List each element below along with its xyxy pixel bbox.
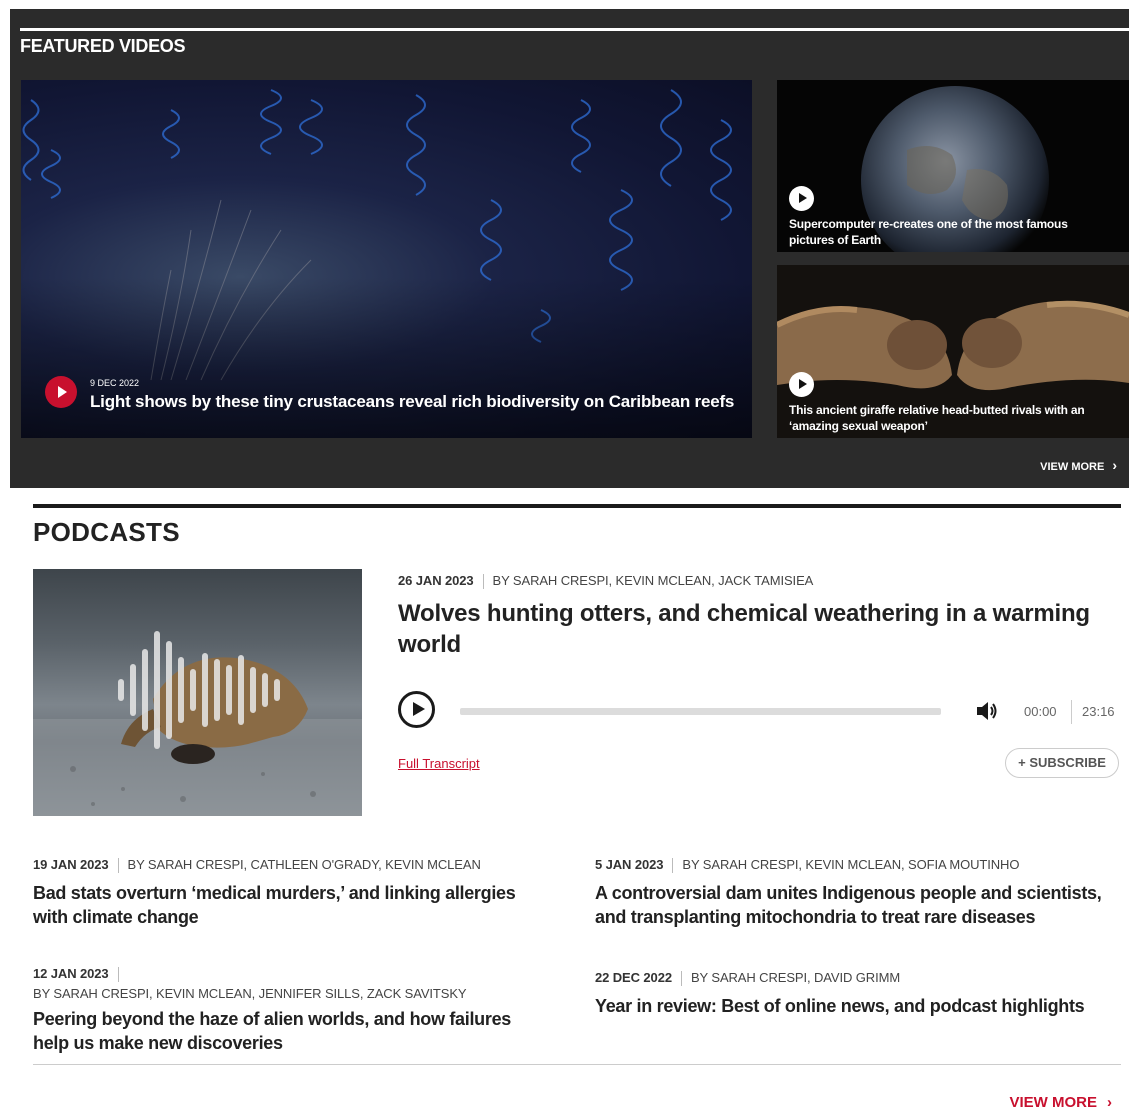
featured-videos-section: FEATURED VIDEOS 9 DEC 2022 Light shows b… xyxy=(10,9,1129,488)
podcast-artwork[interactable] xyxy=(33,569,362,816)
full-transcript-link[interactable]: Full Transcript xyxy=(398,756,480,771)
podcasts-rule xyxy=(33,504,1121,508)
episode-byline: BY SARAH CRESPI, KEVIN MCLEAN, SOFIA MOU… xyxy=(682,857,1020,872)
play-icon[interactable] xyxy=(45,376,77,408)
episode-title[interactable]: Peering beyond the haze of alien worlds,… xyxy=(33,1007,533,1055)
list-item[interactable]: 22 DEC 2022 BY SARAH CRESPI, DAVID GRIMM … xyxy=(595,970,1115,1018)
volume-icon[interactable] xyxy=(975,700,999,727)
featured-view-more-link[interactable]: VIEW MORE › xyxy=(1040,457,1117,473)
episode-byline: BY SARAH CRESPI, KEVIN MCLEAN, JACK TAMI… xyxy=(492,573,814,588)
episode-date: 22 DEC 2022 xyxy=(595,970,672,985)
episode-date: 12 JAN 2023 xyxy=(33,966,109,981)
meta-divider xyxy=(117,858,119,874)
episode-date: 5 JAN 2023 xyxy=(595,857,664,872)
view-more-label: VIEW MORE xyxy=(1040,461,1105,473)
view-more-label: VIEW MORE xyxy=(1009,1094,1097,1111)
meta-divider xyxy=(482,574,484,590)
section-rule xyxy=(20,28,1129,31)
hero-date: 9 DEC 2022 xyxy=(90,378,140,388)
play-icon[interactable] xyxy=(789,186,814,211)
audio-progress-bar[interactable] xyxy=(460,708,941,715)
episode-title[interactable]: Year in review: Best of online news, and… xyxy=(595,994,1115,1018)
time-divider xyxy=(1071,700,1072,724)
meta-divider xyxy=(680,971,682,987)
meta-divider xyxy=(672,858,674,874)
episode-byline: BY SARAH CRESPI, KEVIN MCLEAN, JENNIFER … xyxy=(33,986,467,1002)
list-divider xyxy=(33,1064,1121,1065)
episode-title[interactable]: Bad stats overturn ‘medical murders,’ an… xyxy=(33,881,533,929)
list-item[interactable]: 12 JAN 2023 BY SARAH CRESPI, KEVIN MCLEA… xyxy=(33,966,533,1055)
hero-video-card[interactable]: 9 DEC 2022 Light shows by these tiny cru… xyxy=(21,80,752,438)
side-video-title[interactable]: This ancient giraffe relative head-butte… xyxy=(789,402,1109,434)
hero-title[interactable]: Light shows by these tiny crustaceans re… xyxy=(90,392,734,412)
episode-meta: 19 JAN 2023 BY SARAH CRESPI, CATHLEEN O'G… xyxy=(33,857,533,874)
play-icon[interactable] xyxy=(398,691,435,728)
subscribe-button[interactable]: + SUBSCRIBE xyxy=(1005,748,1119,778)
episode-meta: 12 JAN 2023 xyxy=(33,966,533,983)
podcasts-view-more-link[interactable]: VIEW MORE › xyxy=(1009,1094,1112,1111)
episode-date: 26 JAN 2023 xyxy=(398,573,474,588)
episode-byline: BY SARAH CRESPI, CATHLEEN O'GRADY, KEVIN… xyxy=(127,857,481,872)
list-item[interactable]: 19 JAN 2023 BY SARAH CRESPI, CATHLEEN O'G… xyxy=(33,857,533,929)
latest-episode-meta: 26 JAN 2023 BY SARAH CRESPI, KEVIN MCLEAN… xyxy=(398,573,814,590)
meta-divider xyxy=(117,967,119,983)
featured-videos-heading: FEATURED VIDEOS xyxy=(20,36,186,56)
episode-meta: 22 DEC 2022 BY SARAH CRESPI, DAVID GRIMM xyxy=(595,970,1115,987)
episode-date: 19 JAN 2023 xyxy=(33,857,109,872)
side-video-title[interactable]: Supercomputer re-creates one of the most… xyxy=(789,216,1109,248)
chevron-right-icon: › xyxy=(1107,1094,1112,1111)
chevron-right-icon: › xyxy=(1112,457,1117,473)
side-video-card[interactable]: This ancient giraffe relative head-butte… xyxy=(777,265,1129,438)
side-video-card[interactable]: Supercomputer re-creates one of the most… xyxy=(777,80,1129,252)
latest-episode-title[interactable]: Wolves hunting otters, and chemical weat… xyxy=(398,598,1114,660)
play-icon[interactable] xyxy=(789,372,814,397)
episode-byline: BY SARAH CRESPI, DAVID GRIMM xyxy=(690,970,901,985)
podcasts-heading: PODCASTS xyxy=(33,517,180,547)
episode-title[interactable]: A controversial dam unites Indigenous pe… xyxy=(595,881,1115,929)
episode-meta: 5 JAN 2023 BY SARAH CRESPI, KEVIN MCLEAN,… xyxy=(595,857,1115,874)
list-item[interactable]: 5 JAN 2023 BY SARAH CRESPI, KEVIN MCLEAN,… xyxy=(595,857,1115,929)
total-duration: 23:16 xyxy=(1082,704,1115,719)
podcast-artwork-image xyxy=(33,631,362,816)
current-time: 00:00 xyxy=(1024,704,1057,719)
